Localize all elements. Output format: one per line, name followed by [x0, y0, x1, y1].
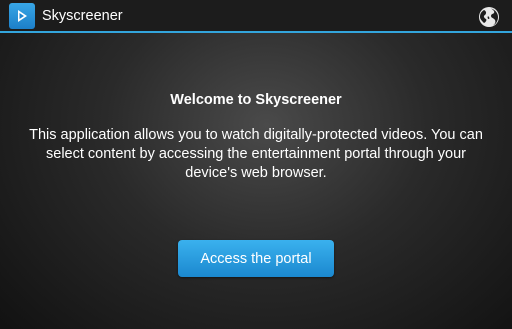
- play-icon: [9, 2, 35, 29]
- app-title: Skyscreener: [42, 7, 123, 24]
- access-portal-button[interactable]: Access the portal: [178, 240, 334, 277]
- globe-icon[interactable]: [478, 6, 500, 28]
- main-content: Welcome to Skyscreener This application …: [0, 35, 512, 329]
- action-bar: Skyscreener: [0, 0, 512, 33]
- welcome-heading: Welcome to Skyscreener: [170, 92, 342, 108]
- description-text: This application allows you to watch dig…: [29, 127, 483, 181]
